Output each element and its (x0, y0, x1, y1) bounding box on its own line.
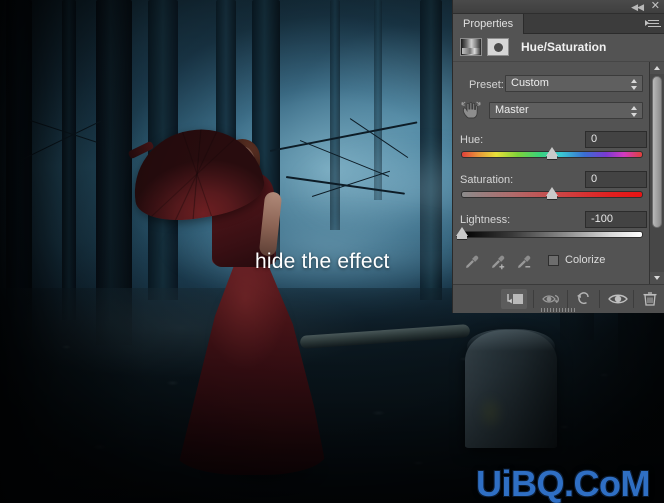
eye-icon (608, 294, 628, 304)
screenshot-root: hide the effect UiBQ.CoM ◀◀ ✕ Properties… (0, 0, 664, 503)
panel-footer-toolbar (453, 284, 664, 313)
reset-button[interactable] (571, 289, 597, 309)
saturation-slider-thumb[interactable] (546, 187, 558, 199)
page-title: Hue/Saturation (521, 40, 607, 54)
eye-arrow-icon (542, 294, 559, 304)
gravestone-moss (473, 384, 517, 442)
hue-value-field[interactable]: 0 (585, 131, 647, 148)
channel-value: Master (495, 104, 529, 116)
lightness-value-field[interactable]: -100 (585, 211, 647, 228)
panel-header: Hue/Saturation (453, 34, 664, 62)
tab-properties[interactable]: Properties (453, 14, 525, 34)
channel-dropdown[interactable]: Master (489, 102, 643, 119)
chevron-updown-icon (631, 79, 638, 90)
gravestone (455, 320, 565, 448)
watermark: UiBQ.CoM (476, 463, 650, 503)
close-icon[interactable]: ✕ (651, 1, 660, 12)
hue-label: Hue: (460, 134, 484, 146)
lightness-slider-track[interactable] (461, 231, 643, 238)
red-dress-skirt (179, 260, 326, 475)
hue-saturation-layer-thumbnail-icon[interactable] (460, 38, 482, 56)
tree-trunk (62, 0, 76, 320)
preset-dropdown[interactable]: Custom (505, 75, 643, 92)
scroll-up-arrow-icon[interactable] (650, 62, 664, 74)
reset-arrow-icon (577, 292, 589, 305)
eyedropper-sample-icon[interactable] (463, 254, 480, 271)
eyedropper-subtract-from-sample-icon[interactable] (515, 254, 532, 271)
gravestone-highlight (467, 329, 555, 351)
panel-titlebar: ◀◀ ✕ (453, 0, 664, 14)
hue-slider-thumb[interactable] (546, 147, 558, 159)
lightness-slider-thumb[interactable] (456, 227, 468, 239)
delete-adjustment-layer-button[interactable] (637, 289, 663, 309)
preset-value: Custom (511, 77, 549, 89)
colorize-checkbox[interactable] (548, 255, 559, 266)
saturation-value-field[interactable]: 0 (585, 171, 647, 188)
layer-mask-thumbnail-icon[interactable] (487, 38, 509, 56)
scroll-down-arrow-icon[interactable] (650, 272, 664, 284)
eyedropper-add-to-sample-icon[interactable] (489, 254, 506, 271)
lightness-label: Lightness: (460, 214, 511, 226)
on-image-adjustment-hand-icon[interactable] (460, 100, 482, 120)
woman-in-red-dress (125, 120, 350, 500)
annotation-text: hide the effect (255, 250, 390, 273)
panel-resize-grip[interactable] (541, 308, 577, 312)
toggle-previous-state-button[interactable] (539, 289, 565, 309)
panel-menu-icon[interactable] (645, 18, 661, 30)
trash-icon (643, 292, 657, 306)
panel-menu-triangle-icon (645, 20, 649, 26)
colorize-label: Colorize (565, 254, 606, 266)
panel-scrollbar[interactable] (649, 62, 664, 284)
clip-to-layer-icon (507, 294, 523, 304)
preset-label: Preset: (469, 79, 504, 91)
properties-panel: ◀◀ ✕ Properties Hue/Saturation Preset: C… (452, 0, 664, 313)
scrollbar-thumb[interactable] (652, 76, 662, 228)
chevron-updown-icon (631, 106, 638, 117)
collapse-to-icons-icon[interactable]: ◀◀ (631, 2, 644, 12)
toggle-layer-visibility-button[interactable] (605, 289, 631, 309)
clip-to-layer-button[interactable] (501, 289, 527, 309)
saturation-label: Saturation: (460, 174, 514, 186)
panel-tabbar: Properties (453, 14, 664, 34)
